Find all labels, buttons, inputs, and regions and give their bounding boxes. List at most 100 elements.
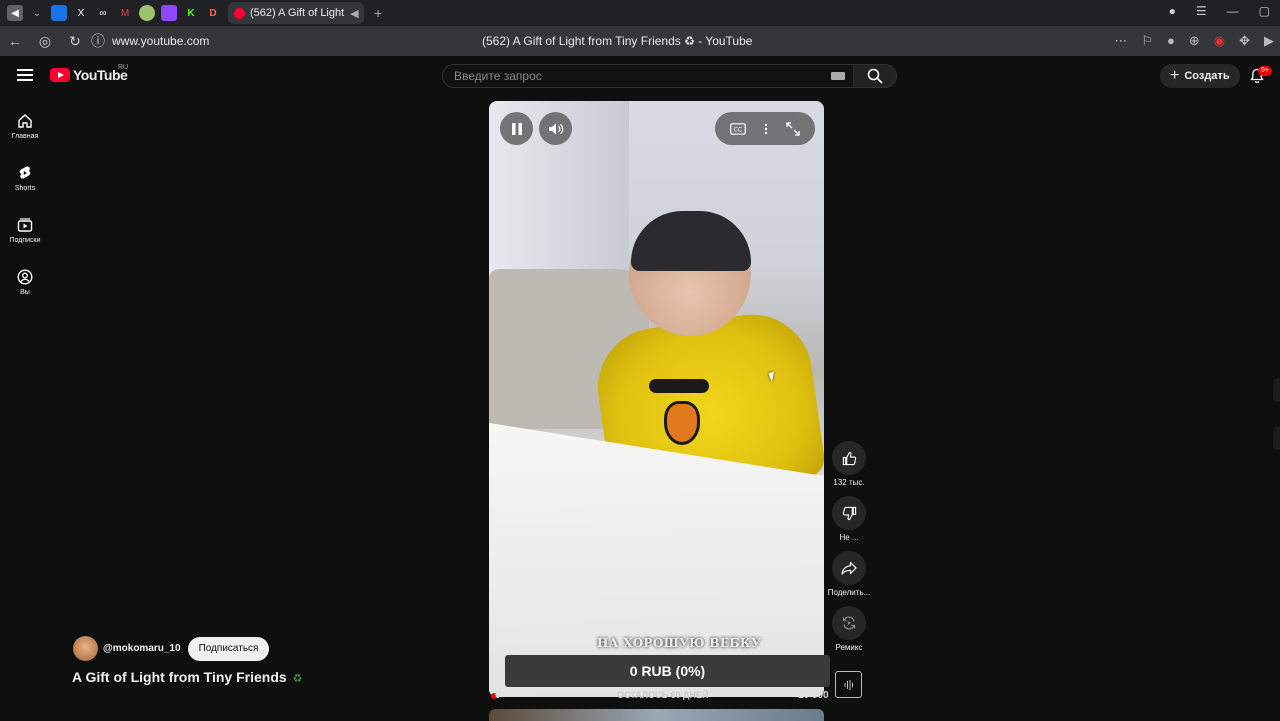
extensions-puzzle-icon[interactable]: ✥ [1239, 33, 1250, 49]
sidebar-item-label: Shorts [14, 184, 36, 192]
fullscreen-icon[interactable] [786, 121, 800, 136]
plus-icon: + [1170, 67, 1180, 84]
tab-search-icon[interactable]: ☰ [1196, 4, 1207, 18]
recycle-icon: ♻ [292, 673, 303, 685]
tab-audio-icon[interactable]: ◀ [350, 7, 358, 20]
keyboard-icon[interactable] [831, 72, 845, 80]
channel-handle[interactable]: @mokomaru_10 [103, 643, 181, 654]
create-label: Создать [1184, 70, 1230, 82]
home-icon [18, 113, 32, 128]
pinned-tab-icon[interactable]: ∞ [95, 5, 111, 21]
donation-min: 0 [495, 690, 501, 701]
create-button[interactable]: + Создать [1160, 64, 1240, 88]
browser-toolbar: ⋯ ⚐ ● ⊕ ◉ ✥ ▶ [1114, 33, 1274, 49]
more-options-icon[interactable] [764, 123, 768, 135]
site-info-icon[interactable]: ⓘ [90, 31, 106, 51]
pinned-tab-icon[interactable] [51, 5, 67, 21]
back-icon[interactable]: ← [0, 33, 30, 49]
pause-button[interactable] [500, 112, 533, 145]
sidebar-item-shorts[interactable]: Shorts [0, 152, 50, 204]
channel-avatar[interactable] [73, 636, 98, 661]
active-tab[interactable]: (562) A Gift of Light ◀ ✕ [228, 2, 364, 24]
tab-list-icon[interactable]: ⌄ [29, 5, 45, 21]
player-controls-right: CC [715, 112, 815, 145]
share-action: Поделить... [826, 551, 872, 606]
url-field[interactable]: www.youtube.com [112, 34, 209, 48]
video-title[interactable]: A Gift of Light from Tiny Friends ♻ [72, 669, 303, 685]
youtube-logo[interactable]: YouTube RU [50, 64, 129, 83]
video-title-text: A Gift of Light from Tiny Friends [72, 669, 287, 685]
next-short-button[interactable] [1273, 426, 1280, 450]
pinned-tab-icon[interactable]: X [73, 5, 89, 21]
mini-guide: Главная Shorts Подписки Вы [0, 100, 50, 308]
sidebar-item-label: Главная [11, 132, 39, 140]
media-icon[interactable]: ▶ [1264, 33, 1274, 49]
thumbs-down-icon [842, 506, 856, 520]
previous-short-button[interactable] [1273, 378, 1280, 402]
youtube-play-icon [50, 68, 70, 82]
svg-text:CC: CC [734, 127, 743, 133]
sidebar-item-you[interactable]: Вы [0, 256, 50, 308]
twitch-icon[interactable] [161, 5, 177, 21]
video-frame-beak [664, 401, 700, 445]
subscribe-button[interactable]: Подписаться [187, 636, 270, 661]
pinned-tab-icon[interactable] [139, 5, 155, 21]
like-count: 132 тыс. [833, 478, 865, 487]
remix-action: Ремикс [826, 606, 872, 661]
sound-button[interactable] [835, 671, 862, 698]
volume-icon [548, 123, 563, 134]
donation-max: 10 000 [798, 690, 829, 701]
audio-tab-icon[interactable]: ◀ [7, 5, 23, 21]
video-frame-child-hair [631, 211, 751, 271]
vpn-icon[interactable]: ◎ [30, 33, 60, 50]
browser-tab-bar: ◀ ⌄ X ∞ M K D (562) A Gift of Light ◀ ✕ … [0, 0, 1280, 26]
video-frame-eyes [649, 379, 709, 393]
more-icon[interactable]: ⋯ [1114, 33, 1127, 49]
maximize-icon[interactable]: ▢ [1259, 4, 1270, 18]
volume-button[interactable] [539, 112, 572, 145]
next-short-preview[interactable] [489, 709, 824, 721]
remix-button[interactable] [832, 606, 866, 640]
captions-icon[interactable]: CC [730, 122, 746, 135]
search-input[interactable]: Введите запрос [442, 64, 854, 88]
donation-goal-label: НА ХОРОШУЮ ВЕБКУ [597, 636, 762, 650]
profile-icon[interactable]: ● [1169, 4, 1176, 18]
share-button[interactable] [832, 551, 866, 585]
sidebar-item-subscriptions[interactable]: Подписки [0, 204, 50, 256]
translate-icon[interactable]: ⊕ [1189, 33, 1200, 49]
share-label: Поделить... [827, 588, 871, 597]
search-icon [867, 68, 883, 84]
channel-info: @mokomaru_10 Подписаться [73, 636, 270, 661]
subscriptions-icon [17, 217, 33, 232]
waveform-icon [844, 679, 853, 690]
search-placeholder: Введите запрос [454, 69, 542, 83]
tab-title: (562) A Gift of Light [250, 7, 345, 19]
bookmark-icon[interactable]: ⚐ [1141, 33, 1153, 49]
gmail-icon[interactable]: M [117, 5, 133, 21]
dislike-button[interactable] [832, 496, 866, 530]
like-button[interactable] [832, 441, 866, 475]
page-title: (562) A Gift of Light from Tiny Friends … [482, 34, 753, 48]
shorts-actions: 132 тыс. Не ... Поделить... Ремикс [826, 441, 872, 661]
youtube-header: YouTube RU Введите запрос + Создать [0, 56, 1280, 96]
shorts-icon [19, 166, 31, 179]
youtube-favicon-icon [234, 7, 245, 19]
reload-icon[interactable]: ↻ [60, 33, 90, 50]
you-icon [17, 268, 33, 285]
window-controls: ● ☰ — ▢ [1169, 4, 1270, 18]
menu-icon[interactable] [17, 69, 33, 81]
minimize-icon[interactable]: — [1227, 4, 1239, 18]
sidebar-item-label: Вы [20, 288, 30, 296]
dislike-action: Не ... [826, 496, 872, 551]
kick-icon[interactable]: K [183, 5, 199, 21]
extension-icon[interactable]: ◉ [1214, 33, 1225, 49]
shorts-video-player[interactable]: CC [489, 101, 824, 697]
dislike-label: Не ... [839, 533, 859, 542]
sidebar-item-label: Подписки [9, 236, 41, 244]
search-button[interactable] [853, 64, 897, 88]
logo-region: RU [118, 64, 129, 71]
sidebar-item-home[interactable]: Главная [0, 100, 50, 152]
new-tab-icon[interactable]: + [374, 5, 382, 21]
pinned-tab-icon[interactable]: D [205, 5, 221, 21]
extension-icon[interactable]: ● [1167, 33, 1175, 49]
